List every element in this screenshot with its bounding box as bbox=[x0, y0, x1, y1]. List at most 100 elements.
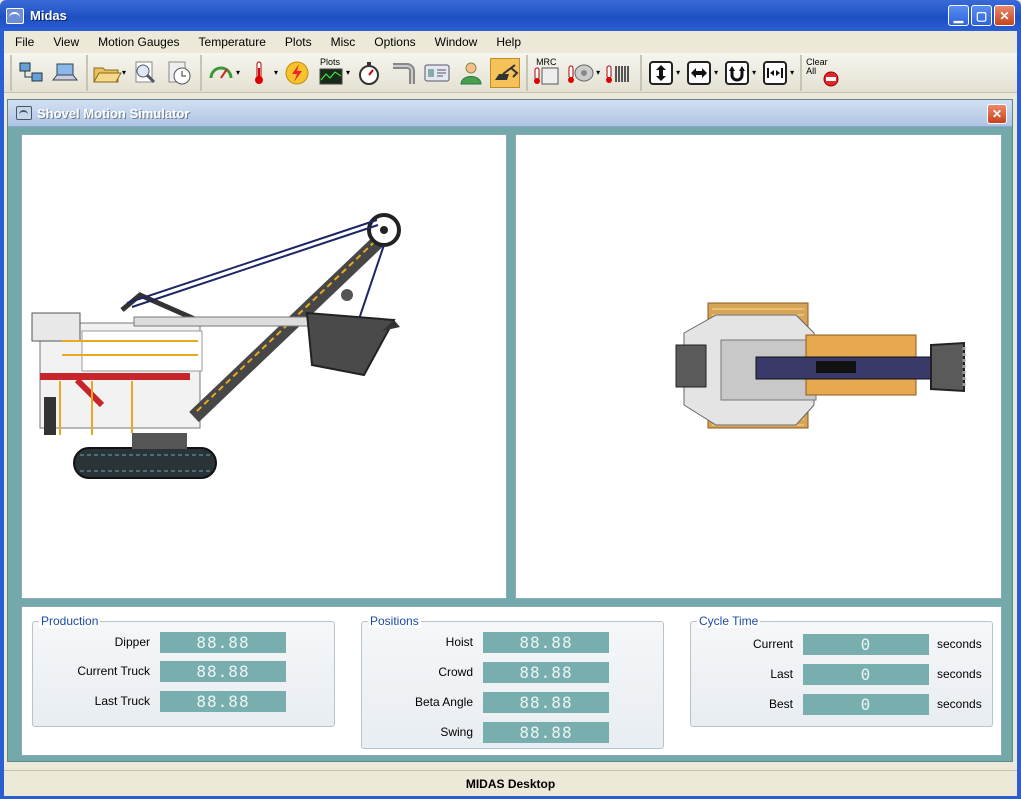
search-doc-icon[interactable] bbox=[130, 58, 160, 88]
positions-row-swing: Swing 88.88 bbox=[362, 721, 609, 743]
positions-title: Positions bbox=[368, 614, 421, 628]
cycle-time-current-label: Current bbox=[752, 637, 793, 651]
open-dropdown-icon[interactable]: ▾ bbox=[122, 68, 126, 77]
status-bar: MIDAS Desktop bbox=[4, 770, 1017, 796]
child-window-title: Shovel Motion Simulator bbox=[37, 105, 190, 121]
shovel-icon[interactable] bbox=[490, 57, 521, 88]
gauge-icon[interactable] bbox=[206, 58, 236, 88]
production-dipper-value: 88.88 bbox=[160, 631, 286, 653]
menu-temperature[interactable]: Temperature bbox=[188, 35, 274, 49]
stop-dropdown-icon[interactable]: ▾ bbox=[790, 68, 794, 77]
operator-icon[interactable] bbox=[456, 58, 486, 88]
cycle-time-row-current: Current 0 seconds bbox=[691, 633, 982, 655]
positions-row-beta-angle: Beta Angle 88.88 bbox=[362, 691, 609, 713]
menu-plots[interactable]: Plots bbox=[274, 35, 320, 49]
crowd-dropdown-icon[interactable]: ▾ bbox=[714, 68, 718, 77]
lightning-icon[interactable] bbox=[282, 58, 312, 88]
menu-misc[interactable]: Misc bbox=[320, 35, 364, 49]
shovel-top-view-image bbox=[675, 302, 966, 429]
production-last-truck-label: Last Truck bbox=[94, 694, 150, 708]
production-row-last-truck: Last Truck 88.88 bbox=[33, 690, 286, 712]
gauge-dropdown-icon[interactable]: ▾ bbox=[236, 68, 240, 77]
toolbar-group-temperature: MRC ▾ bbox=[526, 54, 638, 91]
stopwatch-icon[interactable] bbox=[354, 58, 384, 88]
minimize-button[interactable]: ▁ bbox=[948, 5, 969, 26]
cycle-time-current-value: 0 bbox=[803, 633, 929, 655]
positions-crowd-label: Crowd bbox=[438, 665, 473, 679]
positions-crowd-value: 88.88 bbox=[483, 661, 609, 683]
top-view-panel[interactable] bbox=[515, 134, 1002, 599]
window-frame-right bbox=[1017, 31, 1021, 799]
menu-file[interactable]: File bbox=[4, 35, 42, 49]
mrc-label: MRC bbox=[536, 56, 557, 67]
cycle-time-last-unit: seconds bbox=[937, 667, 982, 681]
plots-icon[interactable]: Plots bbox=[316, 56, 346, 88]
thermometer-dropdown-icon[interactable]: ▾ bbox=[274, 68, 278, 77]
close-button[interactable]: ✕ bbox=[994, 5, 1015, 26]
production-group: Production Dipper 88.88 Current Truck 88… bbox=[32, 614, 335, 727]
cycle-time-best-value: 0 bbox=[803, 693, 929, 715]
motor-thermo-icon[interactable] bbox=[566, 58, 596, 88]
menu-view[interactable]: View bbox=[42, 35, 87, 49]
clear-all-button[interactable]: Clear All bbox=[806, 57, 840, 88]
thermometer-icon[interactable] bbox=[244, 58, 274, 88]
maximize-button[interactable]: ▢ bbox=[971, 5, 992, 26]
menu-help[interactable]: Help bbox=[485, 35, 529, 49]
app-title: Midas bbox=[30, 8, 67, 23]
shovel-motion-simulator-window: Shovel Motion Simulator ✕ Production Dip… bbox=[7, 99, 1013, 762]
positions-swing-value: 88.88 bbox=[483, 721, 609, 743]
id-card-icon[interactable] bbox=[422, 58, 452, 88]
shovel-side-view-image bbox=[31, 213, 401, 479]
cycle-time-last-label: Last bbox=[770, 667, 793, 681]
production-current-truck-value: 88.88 bbox=[160, 660, 286, 682]
menu-options[interactable]: Options bbox=[363, 35, 423, 49]
menu-motion-gauges[interactable]: Motion Gauges bbox=[87, 35, 187, 49]
cycle-time-row-best: Best 0 seconds bbox=[691, 693, 982, 715]
open-folder-icon[interactable] bbox=[92, 58, 122, 88]
positions-beta-angle-label: Beta Angle bbox=[414, 695, 473, 709]
positions-hoist-label: Hoist bbox=[445, 635, 473, 649]
plots-label: Plots bbox=[320, 56, 341, 67]
readouts-panel: Production Dipper 88.88 Current Truck 88… bbox=[21, 606, 1002, 756]
hoist-dropdown-icon[interactable]: ▾ bbox=[676, 68, 680, 77]
production-row-dipper: Dipper 88.88 bbox=[33, 631, 286, 653]
plots-dropdown-icon[interactable]: ▾ bbox=[346, 68, 350, 77]
swing-arrow-icon[interactable] bbox=[722, 58, 752, 88]
cycle-time-group: Cycle Time Current 0 seconds Last 0 seco… bbox=[690, 614, 993, 727]
laptop-icon[interactable] bbox=[50, 58, 80, 88]
side-view-panel[interactable] bbox=[21, 134, 507, 599]
production-dipper-label: Dipper bbox=[114, 635, 150, 649]
coil-thermo-icon[interactable] bbox=[604, 58, 634, 88]
cycle-time-title: Cycle Time bbox=[697, 614, 761, 628]
production-current-truck-label: Current Truck bbox=[77, 664, 150, 678]
cycle-time-last-value: 0 bbox=[803, 663, 929, 685]
toolbar-group-clear: Clear All bbox=[800, 54, 844, 91]
toolbar-group-motions: ▾ ▾ ▾ ▾ bbox=[640, 54, 798, 91]
cycle-time-row-last: Last 0 seconds bbox=[691, 663, 982, 685]
network-icon[interactable] bbox=[16, 58, 46, 88]
crowd-arrow-icon[interactable] bbox=[684, 58, 714, 88]
child-close-button[interactable]: ✕ bbox=[987, 104, 1007, 124]
pipe-icon[interactable] bbox=[388, 58, 418, 88]
app-icon bbox=[6, 7, 24, 24]
motor-thermo-dropdown-icon[interactable]: ▾ bbox=[596, 68, 600, 77]
mrc-thermo-icon[interactable]: MRC bbox=[532, 56, 562, 88]
stop-arrow-icon[interactable] bbox=[760, 58, 790, 88]
child-app-icon bbox=[16, 106, 32, 120]
toolbar-group-file: ▾ bbox=[86, 54, 198, 91]
toolbar-group-gauges: ▾ ▾ Plots ▾ bbox=[200, 54, 524, 91]
cycle-time-best-label: Best bbox=[768, 697, 793, 711]
positions-group: Positions Hoist 88.88 Crowd 88.88 Beta A… bbox=[361, 614, 664, 749]
menu-window[interactable]: Window bbox=[424, 35, 486, 49]
clock-doc-icon[interactable] bbox=[164, 58, 194, 88]
child-titlebar[interactable]: Shovel Motion Simulator ✕ bbox=[8, 100, 1012, 127]
positions-hoist-value: 88.88 bbox=[483, 631, 609, 653]
app-titlebar[interactable]: Midas ▁ ▢ ✕ bbox=[0, 0, 1021, 31]
toolbar-group-connection bbox=[10, 54, 84, 91]
positions-beta-angle-value: 88.88 bbox=[483, 691, 609, 713]
menu-bar: File View Motion Gauges Temperature Plot… bbox=[4, 31, 1017, 53]
positions-swing-label: Swing bbox=[440, 725, 473, 739]
cycle-time-best-unit: seconds bbox=[937, 697, 982, 711]
hoist-arrow-icon[interactable] bbox=[646, 58, 676, 88]
swing-dropdown-icon[interactable]: ▾ bbox=[752, 68, 756, 77]
